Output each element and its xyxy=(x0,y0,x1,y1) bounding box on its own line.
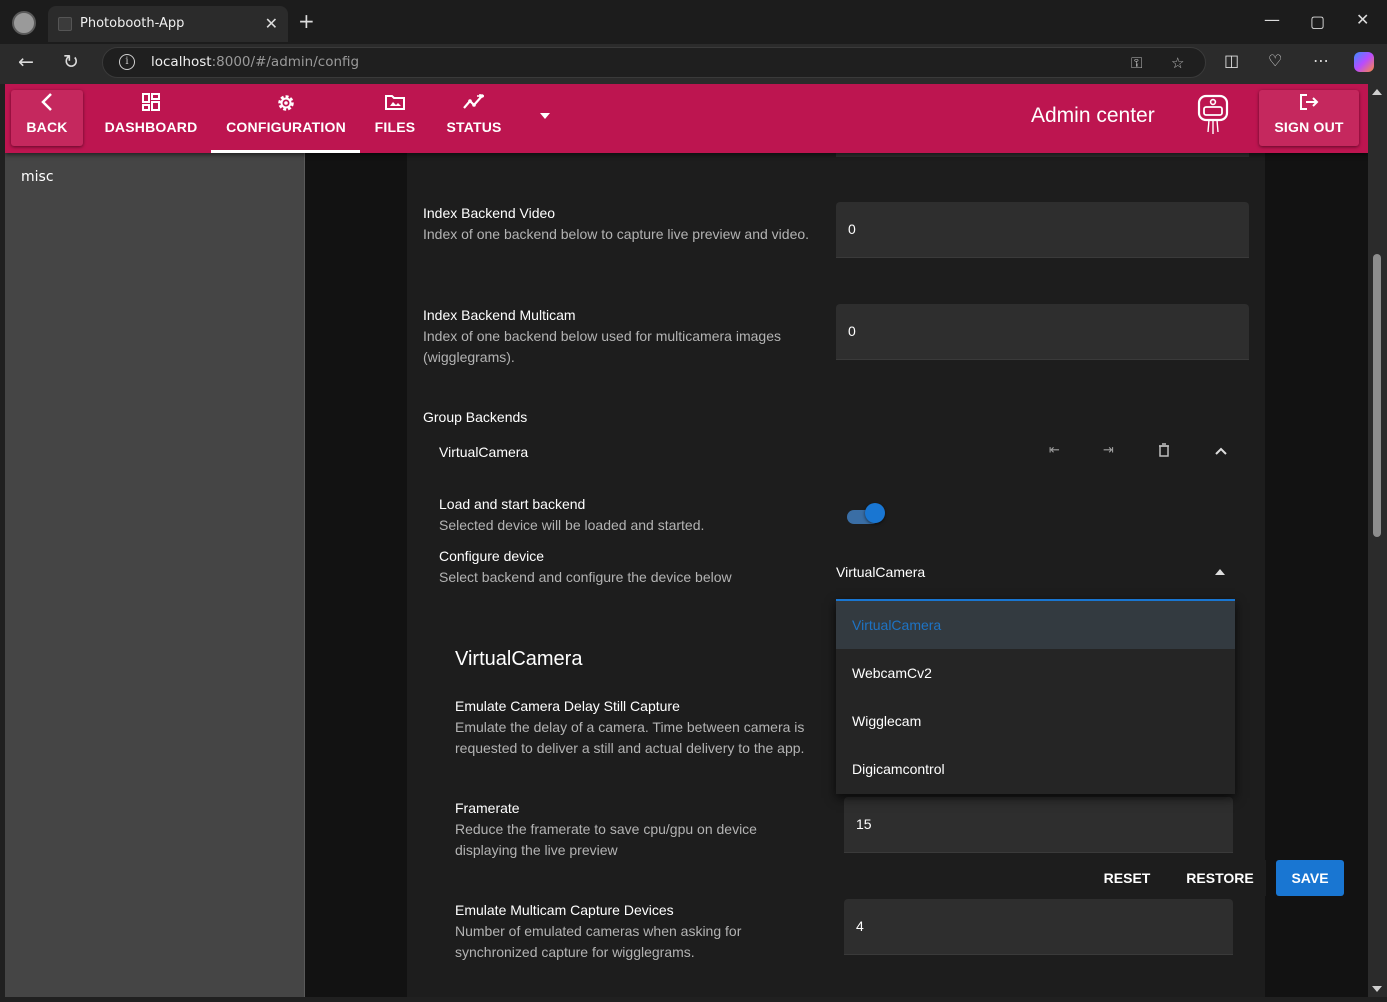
sidebar-item-misc[interactable]: misc xyxy=(21,169,54,185)
nav-status-label: STATUS xyxy=(446,119,502,135)
framerate-desc: Reduce the framerate to save cpu/gpu on … xyxy=(455,821,757,858)
restore-button[interactable]: RESTORE xyxy=(1174,860,1266,896)
page-scrollbar[interactable] xyxy=(1368,84,1387,997)
nav-more-dropdown-icon[interactable] xyxy=(540,113,550,119)
active-tab-indicator xyxy=(211,150,360,153)
star-icon[interactable]: ☆ xyxy=(1171,54,1184,72)
scroll-up-icon[interactable] xyxy=(1372,89,1382,95)
nav-dashboard[interactable]: DASHBOARD xyxy=(101,90,201,146)
address-bar[interactable]: i localhost:8000/#/admin/config ⚿ ☆ xyxy=(102,47,1206,78)
configure-device-select[interactable]: VirtualCamera xyxy=(836,564,925,580)
emulate-multicam-value: 4 xyxy=(856,918,864,934)
index-backend-multicam-label: Index Backend Multicam xyxy=(423,307,576,323)
emulate-multicam-desc: Number of emulated cameras when asking f… xyxy=(455,923,742,960)
dropdown-option[interactable]: Digicamcontrol xyxy=(836,745,1235,793)
load-start-backend-desc: Selected device will be loaded and start… xyxy=(439,517,705,533)
device-dropdown-menu: VirtualCamera WebcamCv2 Wigglecam Digica… xyxy=(836,599,1235,794)
nav-configuration-label: CONFIGURATION xyxy=(226,119,346,135)
photobooth-logo-icon xyxy=(1197,94,1229,136)
index-backend-multicam-desc: Index of one backend below used for mult… xyxy=(423,328,781,365)
delete-icon[interactable] xyxy=(1158,443,1170,461)
index-backend-multicam-value: 0 xyxy=(848,323,856,339)
dashboard-icon xyxy=(101,92,201,116)
url-text: localhost:8000/#/admin/config xyxy=(151,54,360,70)
nav-configuration[interactable]: CONFIGURATION xyxy=(219,90,353,146)
nav-files[interactable]: FILES xyxy=(367,90,423,146)
scrollbar-thumb[interactable] xyxy=(1373,254,1381,537)
index-backend-video-value: 0 xyxy=(848,221,856,237)
back-button[interactable]: BACK xyxy=(11,90,83,146)
tab-close-icon[interactable]: ✕ xyxy=(265,14,278,33)
back-label: BACK xyxy=(26,119,68,135)
collapse-chevron-icon[interactable] xyxy=(1214,445,1228,460)
key-icon[interactable]: ⚿ xyxy=(1131,54,1142,72)
index-backend-video-label: Index Backend Video xyxy=(423,205,556,221)
window-close-icon[interactable]: ✕ xyxy=(1356,10,1369,29)
copilot-icon[interactable] xyxy=(1354,52,1374,72)
favicon-icon xyxy=(58,17,72,31)
admin-center-title: Admin center xyxy=(1031,104,1155,127)
framerate-label: Framerate xyxy=(455,800,520,816)
app-header: BACK DASHBOARD CONFIGURATION FILES STATU… xyxy=(5,84,1368,153)
back-arrow-icon[interactable]: ← xyxy=(18,51,34,73)
move-down-icon[interactable]: ⇥ xyxy=(1103,443,1114,458)
emulate-multicam-input[interactable]: 4 xyxy=(844,899,1233,955)
tab-bar: Photobooth-App ✕ + — ▢ ✕ xyxy=(0,0,1387,44)
logout-icon xyxy=(1259,92,1359,116)
browser-essentials-icon[interactable]: ♡ xyxy=(1268,51,1282,70)
sign-out-label: SIGN OUT xyxy=(1274,119,1344,135)
more-icon[interactable]: ⋯ xyxy=(1313,51,1329,70)
backend-item-title[interactable]: VirtualCamera xyxy=(439,444,528,460)
dropdown-option[interactable]: VirtualCamera xyxy=(836,601,1235,649)
minimize-icon[interactable]: — xyxy=(1264,10,1280,29)
chevron-left-icon xyxy=(11,92,83,116)
reset-button[interactable]: RESET xyxy=(1088,860,1166,896)
nav-dashboard-label: DASHBOARD xyxy=(104,119,198,135)
emulate-multicam-label: Emulate Multicam Capture Devices xyxy=(455,902,674,918)
emulate-delay-desc: Emulate the delay of a camera. Time betw… xyxy=(455,719,805,756)
browser-chrome: Photobooth-App ✕ + — ▢ ✕ ← ↻ i localhost… xyxy=(0,0,1387,84)
profile-avatar[interactable] xyxy=(12,11,36,35)
chart-line-icon xyxy=(441,92,507,116)
nav-files-label: FILES xyxy=(374,119,416,135)
site-info-icon[interactable]: i xyxy=(119,54,135,70)
index-backend-video-desc: Index of one backend below to capture li… xyxy=(423,226,810,242)
framerate-input[interactable]: 15 xyxy=(844,797,1233,853)
sidebar-divider xyxy=(304,153,305,997)
dropdown-option[interactable]: WebcamCv2 xyxy=(836,649,1235,697)
caret-up-icon[interactable] xyxy=(1215,569,1225,575)
load-start-toggle-thumb[interactable] xyxy=(865,503,885,523)
group-backends-label: Group Backends xyxy=(423,409,528,425)
folder-image-icon xyxy=(367,92,423,116)
address-row: ← ↻ i localhost:8000/#/admin/config ⚿ ☆ … xyxy=(0,44,1387,84)
reload-icon[interactable]: ↻ xyxy=(63,51,79,73)
save-button[interactable]: SAVE xyxy=(1276,860,1344,896)
configure-device-label: Configure device xyxy=(439,548,545,564)
maximize-icon[interactable]: ▢ xyxy=(1310,12,1325,31)
framerate-value: 15 xyxy=(856,816,872,832)
gear-icon xyxy=(219,92,353,116)
move-up-icon[interactable]: ⇤ xyxy=(1049,443,1060,458)
tab-title: Photobooth-App xyxy=(80,16,185,31)
new-tab-icon[interactable]: + xyxy=(298,11,315,31)
config-sidebar: misc xyxy=(5,153,305,997)
emulate-delay-label: Emulate Camera Delay Still Capture xyxy=(455,698,680,714)
browser-tab[interactable]: Photobooth-App ✕ xyxy=(48,6,288,42)
sign-out-button[interactable]: SIGN OUT xyxy=(1259,90,1359,146)
previous-input-bottom xyxy=(836,153,1249,157)
nav-status[interactable]: STATUS xyxy=(441,90,507,146)
split-screen-icon[interactable]: ◫ xyxy=(1224,51,1239,70)
scroll-down-icon[interactable] xyxy=(1372,986,1382,992)
index-backend-multicam-input[interactable]: 0 xyxy=(836,304,1249,360)
device-section-title: VirtualCamera xyxy=(455,648,583,670)
index-backend-video-input[interactable]: 0 xyxy=(836,202,1249,258)
configure-device-desc: Select backend and configure the device … xyxy=(439,569,732,585)
load-start-backend-label: Load and start backend xyxy=(439,496,586,512)
dropdown-option[interactable]: Wigglecam xyxy=(836,697,1235,745)
